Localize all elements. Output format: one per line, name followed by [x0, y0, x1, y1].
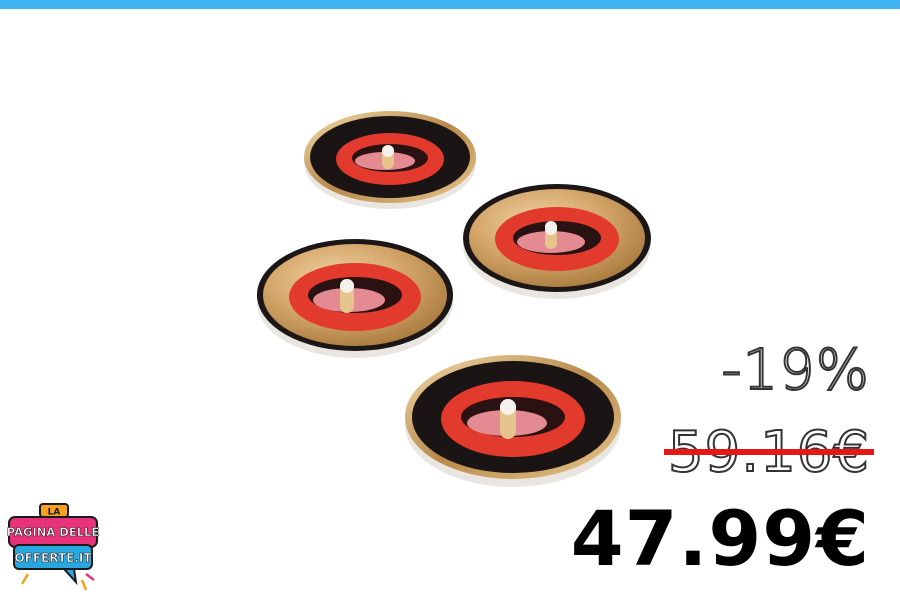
site-logo[interactable]: LA PAGINA DELLE OFFERTE.IT: [6, 500, 102, 596]
coaster-gold-right: [463, 184, 651, 299]
coaster-black-top: [304, 111, 476, 209]
logo-line3: OFFERTE.IT: [14, 551, 92, 565]
speech-bubble-logo-icon: LA PAGINA DELLE OFFERTE.IT: [6, 503, 100, 591]
coaster-gold-left: [257, 239, 453, 358]
logo-line2: PAGINA DELLE: [7, 525, 100, 539]
strikethrough-line: [664, 449, 874, 455]
price-box: -19% 59.16€ 47.99€: [570, 335, 874, 585]
old-price-wrapper: 59.16€: [664, 420, 874, 486]
top-accent-bar: [0, 0, 900, 9]
discount-badge: -19%: [720, 337, 870, 404]
new-price: 47.99€: [570, 494, 870, 583]
